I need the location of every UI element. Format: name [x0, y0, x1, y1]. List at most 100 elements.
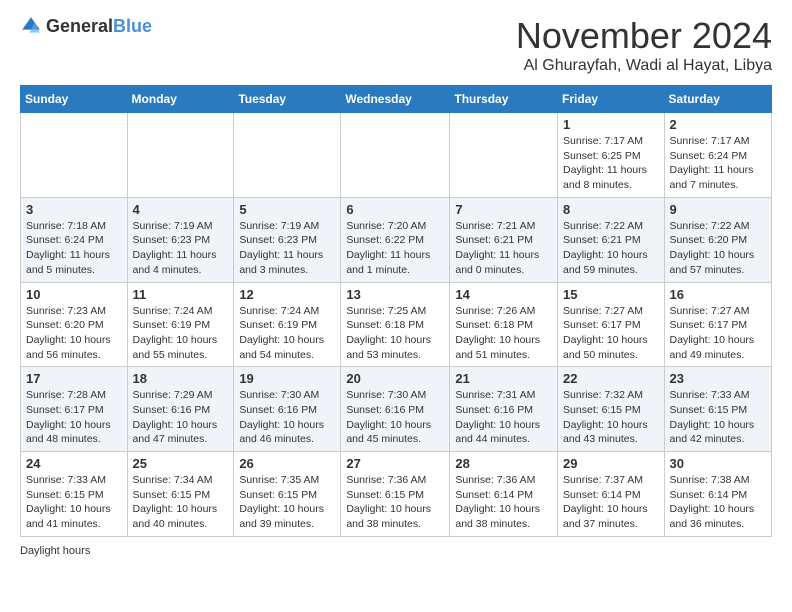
calendar-cell: 23Sunrise: 7:33 AMSunset: 6:15 PMDayligh… [664, 367, 771, 452]
day-number: 24 [26, 456, 122, 471]
day-number: 21 [455, 371, 552, 386]
day-number: 13 [346, 287, 444, 302]
day-number: 4 [133, 202, 229, 217]
logo-icon [20, 15, 42, 37]
calendar-cell [21, 113, 128, 198]
day-number: 14 [455, 287, 552, 302]
col-header-tuesday: Tuesday [234, 86, 341, 113]
day-info: Sunrise: 7:35 AMSunset: 6:15 PMDaylight:… [239, 473, 335, 532]
calendar-cell: 20 Sunrise: 7:30 AMSunset: 6:16 PMDayligh… [341, 367, 450, 452]
footer: Daylight hours [20, 545, 772, 557]
day-info: Sunrise: 7:38 AMSunset: 6:14 PMDaylight:… [670, 473, 766, 532]
calendar-cell: 17 Sunrise: 7:28 AMSunset: 6:17 PMDayligh… [21, 367, 128, 452]
col-header-saturday: Saturday [664, 86, 771, 113]
col-header-sunday: Sunday [21, 86, 128, 113]
day-number: 8 [563, 202, 659, 217]
day-number: 10 [26, 287, 122, 302]
calendar-week-row: 17 Sunrise: 7:28 AMSunset: 6:17 PMDayligh… [21, 367, 772, 452]
calendar-cell: 30 Sunrise: 7:38 AMSunset: 6:14 PMDayligh… [664, 452, 771, 537]
day-number: 29 [563, 456, 659, 471]
day-number: 15 [563, 287, 659, 302]
page-header: GeneralBlue November 2024 Al Ghurayfah, … [20, 15, 772, 75]
calendar-cell: 26 Sunrise: 7:35 AMSunset: 6:15 PMDayligh… [234, 452, 341, 537]
day-number: 5 [239, 202, 335, 217]
day-number: 20 [346, 371, 444, 386]
day-info: Sunrise: 7:27 AMSunset: 6:17 PMDaylight:… [670, 304, 766, 363]
calendar-cell: 18 Sunrise: 7:29 AMSunset: 6:16 PMDayligh… [127, 367, 234, 452]
daylight-label: Daylight hours [20, 545, 90, 557]
day-info: Sunrise: 7:19 AMSunset: 6:23 PMDaylight:… [239, 219, 335, 278]
month-title: November 2024 [516, 15, 772, 57]
calendar-week-row: 10 Sunrise: 7:23 AMSunset: 6:20 PMDayligh… [21, 282, 772, 367]
calendar-cell: 8 Sunrise: 7:22 AMSunset: 6:21 PMDaylight… [558, 197, 665, 282]
calendar-cell: 16 Sunrise: 7:27 AMSunset: 6:17 PMDayligh… [664, 282, 771, 367]
day-number: 7 [455, 202, 552, 217]
day-number: 12 [239, 287, 335, 302]
day-info: Sunrise: 7:30 AMSunset: 6:16 PMDaylight:… [346, 388, 444, 447]
day-number: 3 [26, 202, 122, 217]
col-header-monday: Monday [127, 86, 234, 113]
day-info: Sunrise: 7:29 AMSunset: 6:16 PMDaylight:… [133, 388, 229, 447]
day-info: Sunrise: 7:19 AMSunset: 6:23 PMDaylight:… [133, 219, 229, 278]
calendar-cell: 14 Sunrise: 7:26 AMSunset: 6:18 PMDayligh… [450, 282, 558, 367]
col-header-thursday: Thursday [450, 86, 558, 113]
day-info: Sunrise: 7:23 AMSunset: 6:20 PMDaylight:… [26, 304, 122, 363]
calendar-cell: 15 Sunrise: 7:27 AMSunset: 6:17 PMDayligh… [558, 282, 665, 367]
day-info: Sunrise: 7:21 AMSunset: 6:21 PMDaylight:… [455, 219, 552, 278]
logo-general: General [46, 16, 113, 36]
day-number: 30 [670, 456, 766, 471]
calendar-cell: 29Sunrise: 7:37 AMSunset: 6:14 PMDayligh… [558, 452, 665, 537]
day-number: 26 [239, 456, 335, 471]
calendar-cell: 1 Sunrise: 7:17 AMSunset: 6:25 PMDaylight… [558, 113, 665, 198]
day-number: 27 [346, 456, 444, 471]
day-info: Sunrise: 7:26 AMSunset: 6:18 PMDaylight:… [455, 304, 552, 363]
calendar-cell: 25Sunrise: 7:34 AMSunset: 6:15 PMDayligh… [127, 452, 234, 537]
calendar-week-row: 1 Sunrise: 7:17 AMSunset: 6:25 PMDaylight… [21, 113, 772, 198]
calendar-header-row: SundayMondayTuesdayWednesdayThursdayFrid… [21, 86, 772, 113]
calendar-cell: 21Sunrise: 7:31 AMSunset: 6:16 PMDayligh… [450, 367, 558, 452]
day-number: 6 [346, 202, 444, 217]
calendar-cell: 12Sunrise: 7:24 AMSunset: 6:19 PMDayligh… [234, 282, 341, 367]
day-info: Sunrise: 7:17 AMSunset: 6:25 PMDaylight:… [563, 134, 659, 193]
calendar-cell: 7 Sunrise: 7:21 AMSunset: 6:21 PMDaylight… [450, 197, 558, 282]
calendar-cell: 13 Sunrise: 7:25 AMSunset: 6:18 PMDayligh… [341, 282, 450, 367]
day-number: 1 [563, 117, 659, 132]
day-info: Sunrise: 7:22 AMSunset: 6:20 PMDaylight:… [670, 219, 766, 278]
day-info: Sunrise: 7:36 AMSunset: 6:14 PMDaylight:… [455, 473, 552, 532]
calendar-week-row: 3 Sunrise: 7:18 AMSunset: 6:24 PMDaylight… [21, 197, 772, 282]
day-number: 2 [670, 117, 766, 132]
calendar-cell: 11Sunrise: 7:24 AMSunset: 6:19 PMDayligh… [127, 282, 234, 367]
calendar-table: SundayMondayTuesdayWednesdayThursdayFrid… [20, 85, 772, 537]
calendar-cell: 6Sunrise: 7:20 AMSunset: 6:22 PMDaylight… [341, 197, 450, 282]
day-info: Sunrise: 7:36 AMSunset: 6:15 PMDaylight:… [346, 473, 444, 532]
day-info: Sunrise: 7:27 AMSunset: 6:17 PMDaylight:… [563, 304, 659, 363]
day-info: Sunrise: 7:25 AMSunset: 6:18 PMDaylight:… [346, 304, 444, 363]
calendar-cell: 28 Sunrise: 7:36 AMSunset: 6:14 PMDayligh… [450, 452, 558, 537]
day-number: 25 [133, 456, 229, 471]
day-info: Sunrise: 7:28 AMSunset: 6:17 PMDaylight:… [26, 388, 122, 447]
day-info: Sunrise: 7:22 AMSunset: 6:21 PMDaylight:… [563, 219, 659, 278]
title-block: November 2024 Al Ghurayfah, Wadi al Haya… [516, 15, 772, 75]
day-info: Sunrise: 7:17 AMSunset: 6:24 PMDaylight:… [670, 134, 766, 193]
calendar-cell: 27 Sunrise: 7:36 AMSunset: 6:15 PMDayligh… [341, 452, 450, 537]
day-number: 18 [133, 371, 229, 386]
col-header-friday: Friday [558, 86, 665, 113]
logo: GeneralBlue [20, 15, 152, 37]
day-number: 28 [455, 456, 552, 471]
day-number: 16 [670, 287, 766, 302]
logo-text: GeneralBlue [46, 16, 152, 37]
calendar-cell: 19Sunrise: 7:30 AMSunset: 6:16 PMDayligh… [234, 367, 341, 452]
day-number: 22 [563, 371, 659, 386]
calendar-cell: 2 Sunrise: 7:17 AMSunset: 6:24 PMDaylight… [664, 113, 771, 198]
day-number: 11 [133, 287, 229, 302]
calendar-cell: 10 Sunrise: 7:23 AMSunset: 6:20 PMDayligh… [21, 282, 128, 367]
day-number: 19 [239, 371, 335, 386]
day-number: 17 [26, 371, 122, 386]
calendar-cell: 5 Sunrise: 7:19 AMSunset: 6:23 PMDaylight… [234, 197, 341, 282]
day-info: Sunrise: 7:18 AMSunset: 6:24 PMDaylight:… [26, 219, 122, 278]
calendar-cell [450, 113, 558, 198]
day-info: Sunrise: 7:33 AMSunset: 6:15 PMDaylight:… [670, 388, 766, 447]
calendar-cell [127, 113, 234, 198]
calendar-cell: 22Sunrise: 7:32 AMSunset: 6:15 PMDayligh… [558, 367, 665, 452]
calendar-week-row: 24Sunrise: 7:33 AMSunset: 6:15 PMDayligh… [21, 452, 772, 537]
